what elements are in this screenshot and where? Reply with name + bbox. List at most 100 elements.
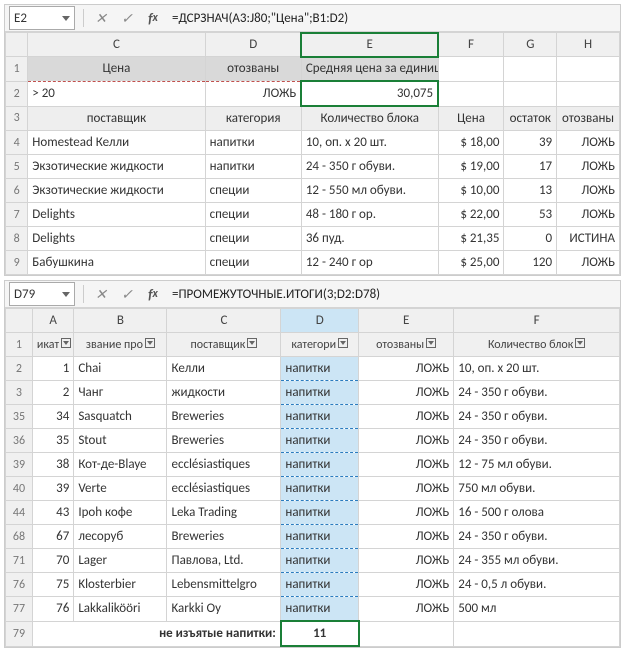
cell[interactable]: напитки: [281, 453, 359, 477]
cell[interactable]: 24 - 350 г обуви.: [454, 405, 620, 429]
row-header[interactable]: 68: [6, 525, 33, 549]
cell[interactable]: 67: [32, 525, 73, 549]
cell[interactable]: 12 - 240 г ор: [301, 251, 438, 275]
col-D[interactable]: D: [281, 309, 359, 333]
cell[interactable]: 24 - 350 г обуви.: [301, 155, 438, 179]
filter-icon[interactable]: [338, 338, 348, 348]
cell[interactable]: ЛОЖЬ: [359, 597, 454, 622]
cell[interactable]: 39: [504, 131, 557, 155]
cell[interactable]: категория: [205, 106, 301, 131]
cell[interactable]: $ 10,00: [438, 179, 504, 203]
cell[interactable]: напитки: [281, 525, 359, 549]
cell[interactable]: напитки: [281, 405, 359, 429]
cell[interactable]: 24 - 355 мл обуви.: [454, 549, 620, 573]
grid-top[interactable]: C D E F G H 1 Цена отозваны Средняя цена…: [5, 32, 620, 275]
cell[interactable]: Lebensmittelgro: [167, 573, 281, 597]
cell[interactable]: > 20: [28, 81, 205, 106]
cell[interactable]: Кот-де-Blaye: [74, 453, 167, 477]
cell[interactable]: $ 18,00: [438, 131, 504, 155]
cancel-icon[interactable]: ✕: [90, 7, 112, 29]
cell[interactable]: 24 - 350 г обуви.: [454, 525, 620, 549]
select-all[interactable]: [6, 33, 28, 57]
cell[interactable]: Breweries: [167, 525, 281, 549]
col-H[interactable]: H: [557, 33, 620, 57]
cell[interactable]: $ 22,00: [438, 203, 504, 227]
cell[interactable]: 10, оп. x 20 шт.: [301, 131, 438, 155]
filter-icon[interactable]: [247, 338, 257, 348]
cell[interactable]: напитки: [281, 573, 359, 597]
cell[interactable]: Sasquatch: [74, 405, 167, 429]
formula-input-bottom[interactable]: =ПРОМЕЖУТОЧНЫЕ.ИТОГИ(3;D2:D78): [166, 287, 620, 302]
cell[interactable]: ЛОЖЬ: [359, 573, 454, 597]
row-2[interactable]: 2: [6, 81, 28, 106]
cell[interactable]: 500 мл: [454, 597, 620, 622]
cell[interactable]: 1: [32, 357, 73, 381]
row-header[interactable]: 44: [6, 501, 33, 525]
cell[interactable]: [438, 57, 504, 82]
row-header[interactable]: 35: [6, 405, 33, 429]
cell[interactable]: $ 19,00: [438, 155, 504, 179]
cell[interactable]: напитки: [281, 597, 359, 622]
col-E[interactable]: E: [359, 309, 454, 333]
cell[interactable]: напитки: [281, 357, 359, 381]
cell[interactable]: Homestead Келли: [28, 131, 205, 155]
cell[interactable]: Павлова, Ltd.: [167, 549, 281, 573]
cell[interactable]: Экзотические жидкости: [28, 179, 205, 203]
cell[interactable]: Karkki Oy: [167, 597, 281, 622]
cell[interactable]: [454, 621, 620, 646]
col-F[interactable]: F: [454, 309, 620, 333]
row-header[interactable]: 36: [6, 429, 33, 453]
cell[interactable]: ЛОЖЬ: [359, 525, 454, 549]
cell[interactable]: ЛОЖЬ: [359, 477, 454, 501]
cell[interactable]: Stout: [74, 429, 167, 453]
cell[interactable]: 0: [504, 227, 557, 251]
row-header[interactable]: 9: [6, 251, 28, 275]
cell[interactable]: Lakkalikööri: [74, 597, 167, 622]
row-1[interactable]: 1: [6, 333, 33, 357]
cell[interactable]: напитки: [205, 131, 301, 155]
cell[interactable]: Verte: [74, 477, 167, 501]
filter-icon[interactable]: [61, 338, 71, 348]
cell[interactable]: ЛОЖЬ: [359, 357, 454, 381]
cell[interactable]: Средняя цена за единицу: [301, 57, 438, 82]
cell[interactable]: 48 - 180 г ор.: [301, 203, 438, 227]
cell[interactable]: специи: [205, 227, 301, 251]
cell[interactable]: 39: [32, 477, 73, 501]
cell[interactable]: напитки: [281, 501, 359, 525]
cell[interactable]: Количество блока: [301, 106, 438, 131]
cell[interactable]: 43: [32, 501, 73, 525]
cell[interactable]: $ 21,35: [438, 227, 504, 251]
cell[interactable]: ЛОЖЬ: [557, 203, 620, 227]
col-F[interactable]: F: [438, 33, 504, 57]
cell[interactable]: лесоруб: [74, 525, 167, 549]
row-header[interactable]: 8: [6, 227, 28, 251]
cell[interactable]: [438, 81, 504, 106]
cell[interactable]: отозваны: [205, 57, 301, 82]
cell[interactable]: напитки: [281, 429, 359, 453]
chevron-down-icon[interactable]: [62, 292, 70, 297]
cell[interactable]: специи: [205, 251, 301, 275]
cell[interactable]: 38: [32, 453, 73, 477]
cell[interactable]: 17: [504, 155, 557, 179]
col-G[interactable]: G: [504, 33, 557, 57]
cell[interactable]: 35: [32, 429, 73, 453]
cell[interactable]: ЛОЖЬ: [359, 501, 454, 525]
row-header[interactable]: 4: [6, 131, 28, 155]
header-cell[interactable]: икат: [32, 333, 73, 357]
cell[interactable]: напитки: [281, 477, 359, 501]
cell[interactable]: напитки: [281, 549, 359, 573]
cell[interactable]: Leka Trading: [167, 501, 281, 525]
cell[interactable]: 24 - 0,5 л обуви.: [454, 573, 620, 597]
cell[interactable]: специи: [205, 203, 301, 227]
cell[interactable]: [504, 57, 557, 82]
cell[interactable]: Breweries: [167, 405, 281, 429]
row-header[interactable]: 40: [6, 477, 33, 501]
header-cell[interactable]: Количество блок: [454, 333, 620, 357]
header-cell[interactable]: поставщик: [167, 333, 281, 357]
row-header[interactable]: 7: [6, 203, 28, 227]
cell[interactable]: [557, 57, 620, 82]
cell[interactable]: Delights: [28, 203, 205, 227]
cell[interactable]: поставщик: [28, 106, 205, 131]
row-header[interactable]: 6: [6, 179, 28, 203]
cell[interactable]: ЛОЖЬ: [359, 405, 454, 429]
